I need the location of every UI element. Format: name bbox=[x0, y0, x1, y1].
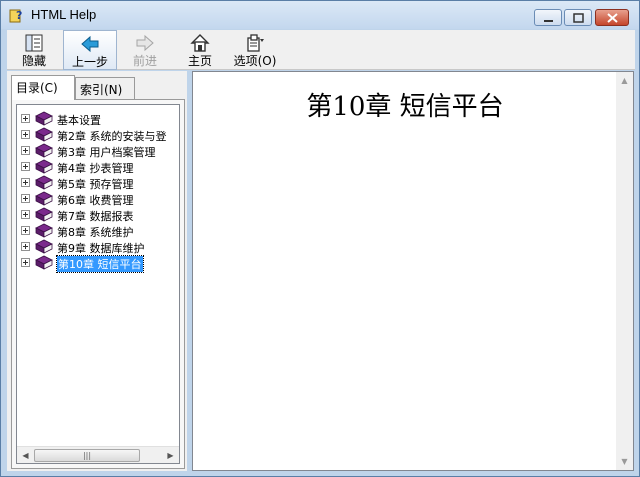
tab-index[interactable]: 索引(N) bbox=[75, 77, 135, 99]
tree-item-label: 第9章 数据库维护 bbox=[57, 242, 145, 255]
book-icon bbox=[35, 191, 53, 206]
tree-item-label: 第7章 数据报表 bbox=[57, 210, 134, 223]
contents-panel: 第10章 短信平台 第9章 数据库维护 第8章 系统维护 第7章 数据报表 第6章 收费… bbox=[11, 99, 185, 469]
tree-item-label: 基本设置 bbox=[57, 114, 101, 127]
tree-item-label: 第3章 用户档案管理 bbox=[57, 146, 156, 159]
home-button[interactable]: 主页 bbox=[177, 30, 223, 70]
window-title: HTML Help bbox=[31, 7, 97, 22]
close-icon bbox=[607, 13, 618, 23]
back-arrow-icon bbox=[81, 35, 99, 53]
tree-item-label: 第4章 抄表管理 bbox=[57, 162, 134, 175]
maximize-button[interactable] bbox=[564, 9, 592, 26]
forward-label: 前进 bbox=[132, 54, 157, 68]
help-book-question-icon: ? bbox=[9, 9, 22, 23]
home-label: 主页 bbox=[187, 54, 212, 68]
svg-text:?: ? bbox=[16, 9, 22, 22]
expand-plus-icon[interactable] bbox=[21, 194, 30, 203]
tab-contents-label: 目录(C) bbox=[16, 81, 58, 95]
expand-plus-icon[interactable] bbox=[21, 162, 30, 171]
hide-button[interactable]: 隐藏 bbox=[11, 30, 57, 70]
hide-label: 隐藏 bbox=[21, 54, 46, 68]
book-icon bbox=[35, 239, 53, 254]
home-icon bbox=[190, 34, 210, 52]
page-title: 第10章 短信平台 bbox=[306, 92, 504, 122]
expand-plus-icon[interactable] bbox=[21, 210, 30, 219]
scroll-down-icon[interactable]: ▼ bbox=[616, 453, 633, 470]
book-icon bbox=[35, 111, 53, 126]
book-icon bbox=[35, 159, 53, 174]
expand-plus-icon[interactable] bbox=[21, 146, 30, 155]
book-icon bbox=[35, 143, 53, 158]
options-button[interactable]: 选项(O) bbox=[229, 30, 281, 70]
tree-item-label: 第5章 预存管理 bbox=[57, 178, 134, 191]
content-pane: 第10章 短信平台 ▲ ▼ bbox=[192, 71, 634, 471]
help-window: ? HTML Help 隐藏 上一步 前进 主页 选项(O) 目录(C) 索引(… bbox=[0, 0, 640, 477]
back-label: 上一步 bbox=[71, 55, 108, 69]
tree-item-label: 第10章 短信平台 bbox=[56, 255, 144, 273]
scroll-thumb[interactable]: ||| bbox=[34, 449, 140, 462]
book-icon bbox=[35, 127, 53, 142]
minimize-button[interactable] bbox=[534, 9, 562, 26]
toolbar: 隐藏 上一步 前进 主页 选项(O) bbox=[7, 30, 635, 70]
maximize-icon bbox=[573, 13, 584, 23]
contents-tree[interactable]: 第10章 短信平台 第9章 数据库维护 第8章 系统维护 第7章 数据报表 第6章 收费… bbox=[16, 104, 180, 464]
title-bar[interactable]: ? HTML Help bbox=[1, 1, 639, 29]
tab-contents[interactable]: 目录(C) bbox=[11, 75, 75, 100]
options-label: 选项(O) bbox=[233, 54, 277, 68]
navigation-pane: 目录(C) 索引(N) 第10章 短信平台 第9章 数据库维护 第8章 系统维护 第7… bbox=[7, 71, 187, 471]
tab-index-label: 索引(N) bbox=[80, 83, 123, 97]
forward-arrow-icon bbox=[136, 34, 154, 52]
expand-plus-icon[interactable] bbox=[21, 130, 30, 139]
scroll-left-icon[interactable]: ◀ bbox=[17, 447, 34, 463]
book-icon bbox=[35, 175, 53, 190]
expand-plus-icon[interactable] bbox=[21, 114, 30, 123]
vertical-scrollbar[interactable]: ▲ ▼ bbox=[616, 72, 633, 470]
expand-plus-icon[interactable] bbox=[21, 226, 30, 235]
back-button[interactable]: 上一步 bbox=[63, 30, 117, 70]
horizontal-scrollbar[interactable]: ◀ ||| ▶ bbox=[17, 446, 179, 463]
book-icon bbox=[35, 255, 53, 270]
book-icon bbox=[35, 207, 53, 222]
expand-plus-icon[interactable] bbox=[21, 178, 30, 187]
expand-plus-icon[interactable] bbox=[21, 258, 30, 267]
book-icon bbox=[35, 223, 53, 238]
close-button[interactable] bbox=[595, 9, 629, 26]
options-icon bbox=[247, 34, 264, 52]
tree-item-label: 第2章 系统的安装与登 bbox=[57, 130, 167, 143]
hide-pane-icon bbox=[25, 34, 43, 52]
tree-item-label: 第8章 系统维护 bbox=[57, 226, 134, 239]
scroll-up-icon[interactable]: ▲ bbox=[616, 72, 633, 89]
expand-plus-icon[interactable] bbox=[21, 242, 30, 251]
forward-button[interactable]: 前进 bbox=[121, 30, 169, 70]
minimize-icon bbox=[544, 20, 553, 22]
tree-item-label: 第6章 收费管理 bbox=[57, 194, 134, 207]
scroll-right-icon[interactable]: ▶ bbox=[162, 447, 179, 463]
